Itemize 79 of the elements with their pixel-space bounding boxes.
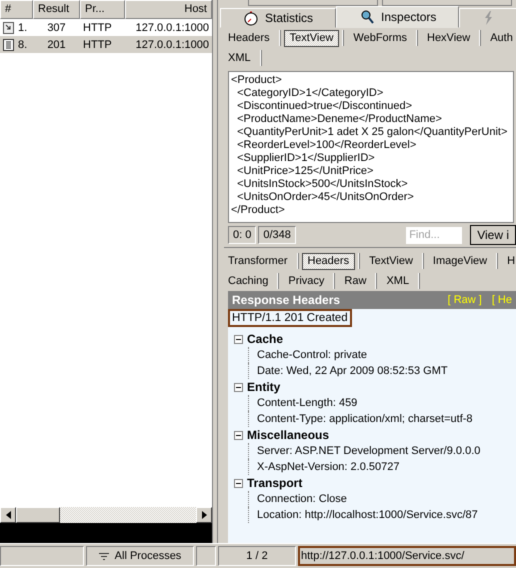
tab[interactable]: TextView	[284, 30, 340, 46]
session-number: 8.	[18, 38, 28, 50]
host-cell-text: 127.0.0.1:1000	[134, 38, 210, 50]
document-icon	[3, 38, 14, 50]
tab[interactable]: Privacy	[282, 272, 330, 290]
tab[interactable]: Auth	[484, 30, 516, 46]
header-entry: Location: http://localhost:1000/Service.svc/87	[257, 509, 478, 521]
tab[interactable]: ImageView	[426, 252, 494, 270]
column-header[interactable]: Pr...	[80, 0, 125, 19]
panel-title: Response Headers	[232, 293, 340, 307]
session-row[interactable]: 1. 307 HTTP 127.0.0.1:1000	[0, 19, 212, 36]
text-view[interactable]	[228, 71, 514, 223]
group-name: Miscellaneous	[247, 428, 330, 442]
left-arrow-icon[interactable]	[6, 511, 10, 519]
xml-line: <UnitPrice>125</UnitPrice>	[236, 165, 374, 178]
tab[interactable]: Raw	[338, 272, 372, 290]
group-name: Entity	[247, 380, 280, 394]
stopwatch-icon	[243, 10, 259, 26]
cursor-position: 0: 0	[228, 226, 256, 244]
header-entry: Content-Length: 459	[257, 397, 358, 409]
selection-count: 0/348	[258, 226, 296, 244]
header-entry: Connection: Close	[257, 493, 347, 505]
result-cell-text: 201	[46, 38, 67, 50]
process-filter[interactable]: All Processes	[86, 546, 194, 566]
link[interactable]: [ Raw ]	[448, 294, 482, 306]
tab[interactable]: Caching	[222, 272, 274, 290]
header-entry: Date: Wed, 22 Apr 2009 08:52:53 GMT	[257, 365, 448, 377]
collapse-icon[interactable]	[234, 382, 243, 392]
tab[interactable]: Statistics	[220, 8, 336, 28]
session-count: 1 / 2	[218, 546, 296, 566]
xml-line: <Product>	[231, 74, 283, 87]
tab[interactable]: WebForms	[347, 30, 413, 46]
header-entry: Content-Type: application/xml; charset=utf-8	[257, 413, 473, 425]
link[interactable]: [ He	[492, 294, 512, 306]
header-entry: X-AspNet-Version: 2.0.50727	[257, 461, 400, 473]
collapse-icon[interactable]	[234, 334, 243, 344]
xml-line: <UnitsOnOrder>45</UnitsOnOrder>	[236, 191, 415, 204]
xml-line: <CategoryID>1</CategoryID>	[236, 87, 384, 100]
xml-line: </Product>	[231, 204, 286, 217]
tab[interactable]: Headers	[302, 252, 356, 270]
right-arrow-icon[interactable]	[202, 511, 206, 519]
view-button[interactable]: View i	[470, 225, 516, 245]
find-field[interactable]: Find...	[406, 226, 462, 244]
group-name: Transport	[247, 476, 302, 490]
xml-line: <QuantityPerUnit>1 adet X 25 galon</QuantityPerUnit>	[236, 126, 508, 139]
collapse-icon[interactable]	[234, 430, 243, 440]
tab[interactable]: Transformer	[222, 252, 294, 270]
column-header[interactable]: Host	[125, 0, 212, 19]
xml-line: <ReorderLevel>100</ReorderLevel>	[236, 139, 418, 152]
tab[interactable]: XML	[222, 50, 257, 66]
tab[interactable]: Headers	[222, 30, 276, 46]
xml-line: <ProductName>Deneme</ProductName>	[236, 113, 443, 126]
tab[interactable]: HexView	[421, 30, 476, 46]
header-entry: Cache-Control: private	[257, 349, 368, 361]
filter-icon	[98, 552, 109, 560]
session-row[interactable]: 8. 201 HTTP 127.0.0.1:1000	[0, 36, 212, 53]
protocol-cell-text: HTTP	[82, 22, 113, 34]
result-cell-text: 307	[46, 22, 67, 34]
xml-line: <Discontinued>true</Discontinued>	[236, 100, 414, 113]
status-cell	[196, 546, 216, 566]
column-header[interactable]: #	[0, 0, 33, 19]
header-entry: Server: ASP.NET Development Server/9.0.0.0	[257, 445, 480, 457]
session-number: 1.	[18, 22, 28, 34]
magnifier-icon	[359, 9, 376, 25]
lightning-icon	[482, 10, 494, 26]
protocol-cell-text: HTTP	[82, 38, 113, 50]
collapse-icon[interactable]	[234, 478, 243, 488]
redirect-icon	[3, 22, 14, 34]
url-display: http://127.0.0.1:1000/Service.svc/	[298, 546, 516, 566]
xml-line: <UnitsInStock>500</UnitsInStock>	[236, 178, 409, 191]
group-name: Cache	[247, 332, 284, 346]
host-cell-text: 127.0.0.1:1000	[134, 22, 210, 34]
tab[interactable]: H	[501, 252, 516, 270]
tab[interactable]: XML	[380, 272, 416, 290]
tab[interactable]: Inspectors	[336, 6, 460, 28]
xml-line: <SupplierID>1</SupplierID>	[236, 152, 376, 165]
column-header[interactable]: Result	[33, 0, 80, 19]
tab[interactable]: TextView	[363, 252, 419, 270]
horizontal-scrollbar[interactable]	[0, 507, 212, 523]
